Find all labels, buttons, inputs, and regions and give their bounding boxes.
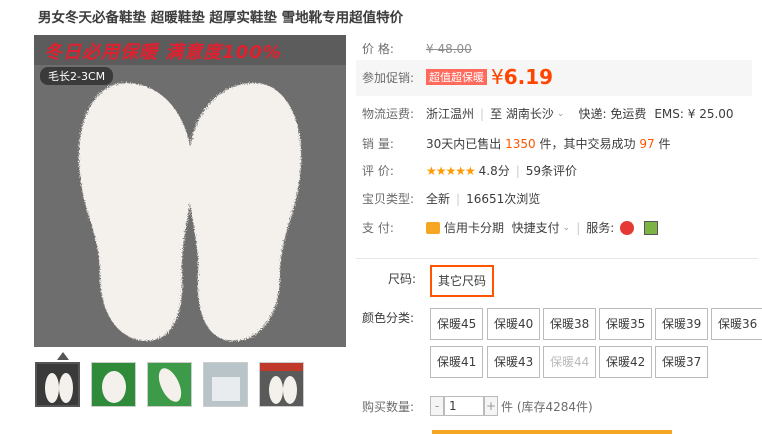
sales-mid: 件，其中交易成功	[539, 137, 636, 151]
main-product-image[interactable]: 冬日必用保暖 满意度100% 毛长2-3CM	[34, 35, 346, 347]
promo-price: 6.19	[503, 65, 554, 89]
size-option[interactable]: 其它尺码	[430, 265, 495, 297]
ship-to-prefix: 至	[490, 107, 503, 121]
sales-row: 销 量: 30天内已售出 1350 件，其中交易成功 97 件	[362, 135, 670, 152]
shipping-label: 物流运费:	[362, 107, 415, 121]
payment-label: 支 付:	[362, 221, 394, 235]
divider: |	[515, 163, 520, 178]
rating-label: 评 价:	[362, 164, 394, 178]
color-label: 颜色分类:	[362, 311, 415, 325]
credit-card-icon	[426, 221, 440, 234]
color-option[interactable]: 保暖45	[430, 308, 484, 340]
service-label: 服务:	[586, 221, 615, 235]
original-price: ¥ 48.00	[426, 41, 472, 56]
thumbnail-5[interactable]	[259, 362, 304, 407]
quantity-decrease-button[interactable]: -	[430, 396, 444, 416]
quantity-increase-button[interactable]: +	[484, 396, 498, 416]
stock-info: 件 (库存4284件)	[501, 399, 593, 414]
express-fee: 快递: 免运费	[578, 107, 647, 121]
shipping-row: 物流运费: 浙江温州 | 至 湖南长沙 ⌄ 快递: 免运费 EMS: ¥ 25.…	[362, 105, 734, 122]
review-count-link[interactable]: 59条评价	[526, 162, 577, 179]
ems-fee: EMS: ¥ 25.00	[654, 106, 734, 121]
rating-row: 评 价: ★★★★★ 4.8分 | 59条评价	[362, 162, 577, 179]
guarantee-icon[interactable]	[644, 220, 659, 235]
rating-score: 4.8分	[478, 164, 510, 178]
sales-prefix: 30天内已售出	[426, 137, 502, 151]
promo-tag[interactable]: 超值超保暖	[426, 69, 487, 85]
color-option[interactable]: 保暖44	[543, 346, 597, 378]
ship-to-select[interactable]: 湖南长沙	[506, 105, 554, 122]
quantity-row: 购买数量: - 1 + 件 (库存4284件)	[362, 396, 593, 416]
divider: |	[576, 220, 581, 235]
ship-from: 浙江温州	[426, 107, 475, 121]
color-option[interactable]: 保暖43	[487, 346, 541, 378]
product-type-label: 宝贝类型:	[362, 192, 415, 206]
color-option[interactable]: 保暖37	[655, 346, 709, 378]
insoles-illustration	[78, 83, 302, 341]
product-condition: 全新	[426, 192, 451, 206]
promo-label: 参加促销:	[362, 70, 415, 85]
view-count: 16651次浏览	[466, 192, 541, 206]
chevron-down-icon[interactable]: ⌄	[557, 109, 565, 119]
color-option[interactable]: 保暖40	[487, 308, 541, 340]
thumbnail-strip	[35, 362, 304, 407]
sales-count: 1350	[505, 136, 536, 151]
color-option[interactable]: 保暖35	[599, 308, 653, 340]
price-row: 价 格: ¥ 48.00	[362, 40, 472, 57]
seven-day-return-icon[interactable]	[620, 220, 635, 235]
quantity-input[interactable]: 1	[444, 396, 484, 416]
quick-pay-link[interactable]: 快捷支付	[512, 219, 560, 236]
sales-suffix: 件	[658, 137, 671, 151]
size-label: 尺码:	[388, 272, 417, 286]
promo-row: 参加促销: 超值超保暖 ¥ 6.19	[362, 64, 553, 90]
color-option[interactable]: 保暖42	[599, 346, 653, 378]
color-option[interactable]: 保暖36	[711, 308, 762, 340]
quantity-label: 购买数量:	[362, 399, 415, 414]
thumbnail-pointer	[57, 352, 69, 360]
color-option[interactable]: 保暖38	[543, 308, 597, 340]
color-option[interactable]: 保暖39	[655, 308, 709, 340]
rating-stars-icon: ★★★★★	[426, 163, 476, 178]
thumbnail-3[interactable]	[147, 362, 192, 407]
promo-currency: ¥	[491, 65, 504, 89]
payment-row: 支 付: 信用卡分期 快捷支付 ⌄ | 服务:	[362, 219, 659, 236]
product-type-row: 宝贝类型: 全新 | 16651次浏览	[362, 190, 540, 207]
sales-success: 97	[639, 136, 655, 151]
sales-label: 销 量:	[362, 137, 394, 151]
chevron-down-icon[interactable]: ⌄	[563, 223, 571, 233]
buy-button-edge[interactable]	[432, 430, 672, 434]
thumbnail-2[interactable]	[91, 362, 136, 407]
thumbnail-4[interactable]	[203, 362, 248, 407]
divider: |	[480, 106, 485, 121]
color-option[interactable]: 保暖41	[430, 346, 484, 378]
divider: |	[456, 191, 461, 206]
price-label: 价 格:	[362, 42, 394, 56]
thumbnail-1[interactable]	[35, 362, 80, 407]
credit-installment-link[interactable]: 信用卡分期	[444, 219, 504, 236]
product-title: 男女冬天必备鞋垫 超暖鞋垫 超厚实鞋垫 雪地靴专用超值特价	[38, 10, 404, 26]
